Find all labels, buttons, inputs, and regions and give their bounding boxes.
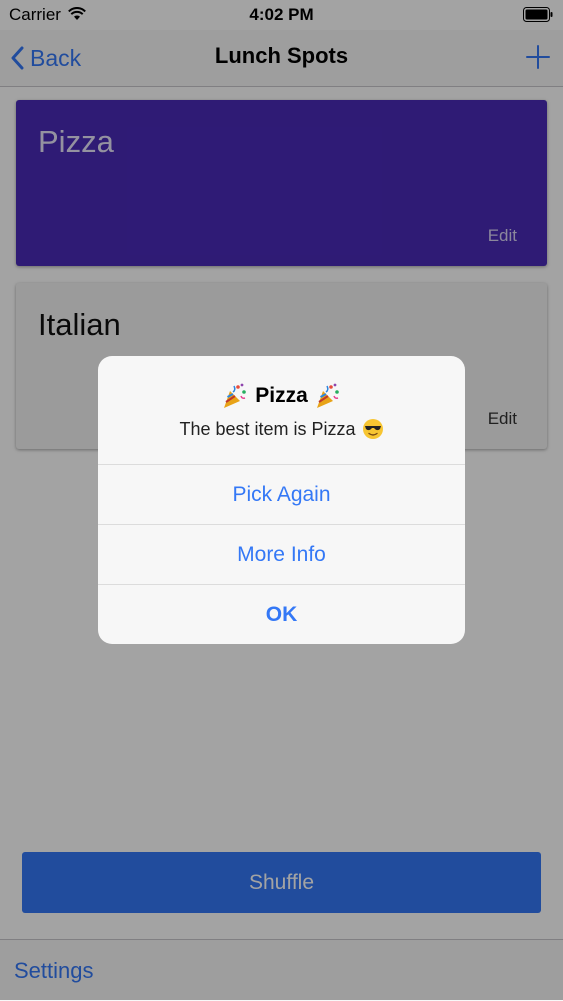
alert-message: The best item is Pizza — [179, 418, 356, 439]
party-popper-icon — [316, 383, 339, 408]
alert-dialog: Pizza The best item is Pizza Pick Again … — [98, 356, 465, 644]
more-info-button[interactable]: More Info — [98, 524, 465, 584]
party-popper-icon — [224, 383, 247, 408]
sunglasses-face-icon — [362, 419, 383, 439]
app-screen: Carrier 4:02 PM Back Lunch Spots Pizza E… — [0, 0, 563, 1001]
pick-again-button[interactable]: Pick Again — [98, 464, 465, 524]
alert-header: Pizza The best item is Pizza — [98, 356, 465, 464]
alert-title-row: Pizza — [98, 356, 465, 410]
alert-title: Pizza — [255, 384, 308, 407]
ok-button[interactable]: OK — [98, 584, 465, 644]
alert-message-row: The best item is Pizza — [98, 418, 465, 440]
